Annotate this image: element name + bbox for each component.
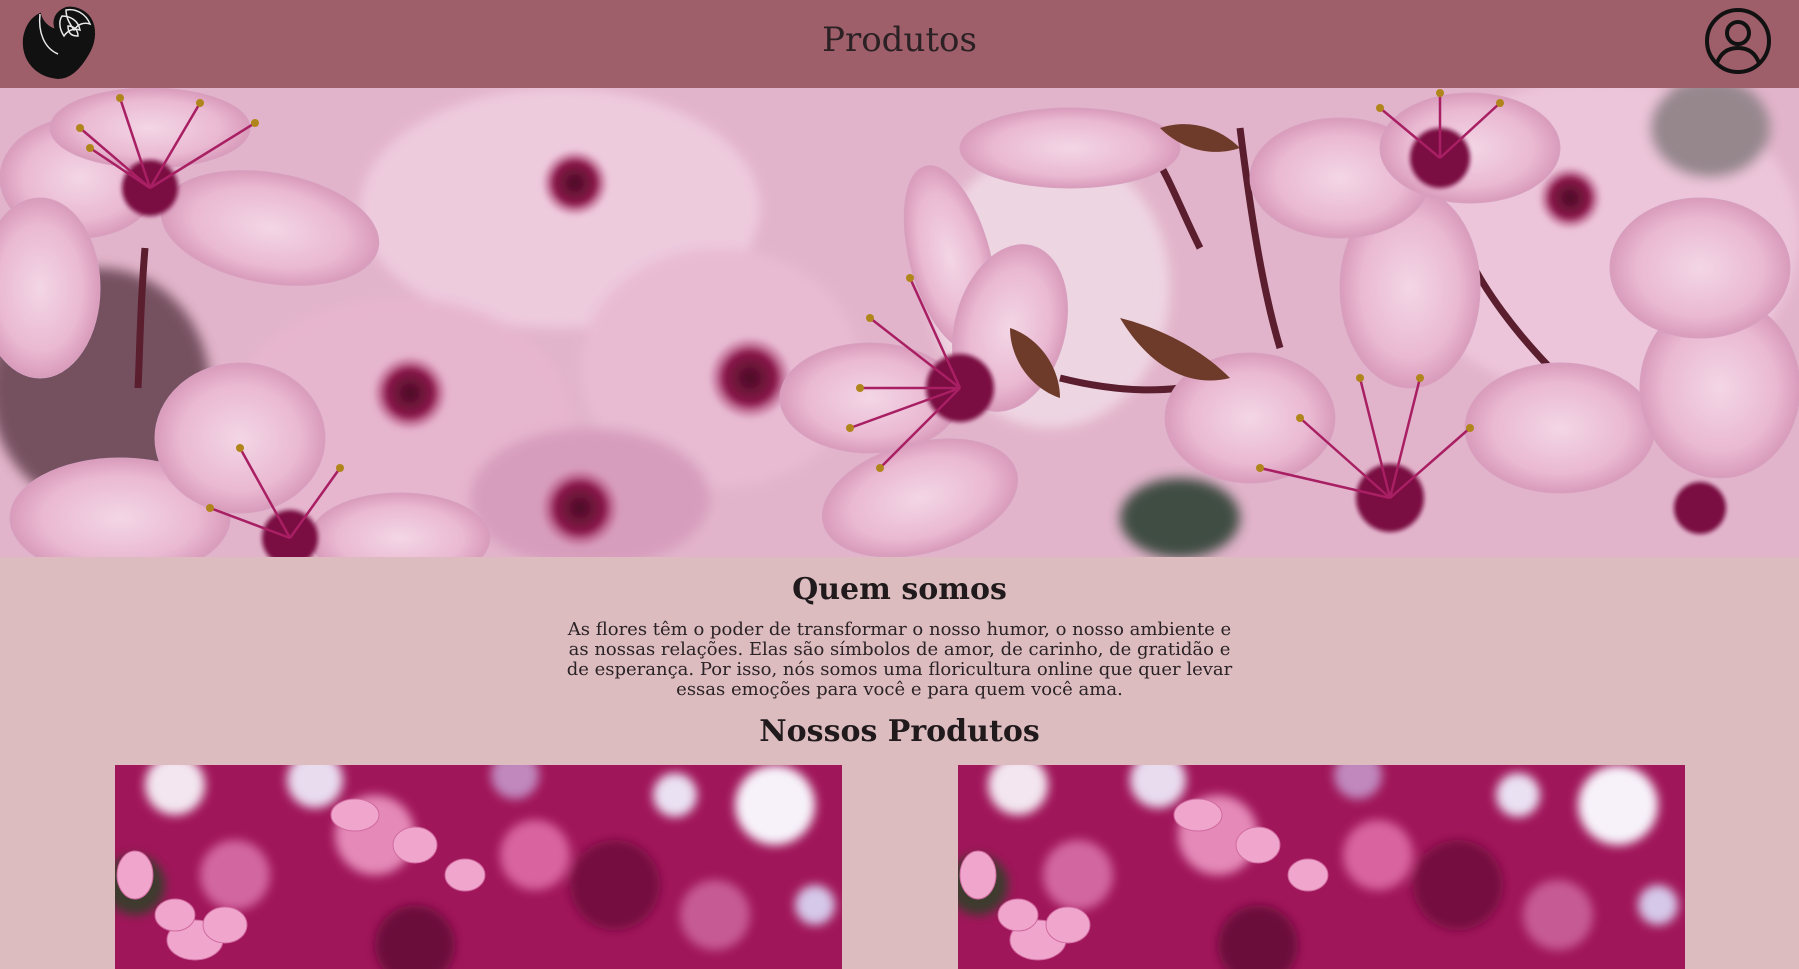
products-title: Nossos Produtos [759,714,1040,749]
product-card[interactable] [958,765,1685,969]
product-image [958,765,1685,969]
product-image [115,765,842,969]
site-header: Produtos [0,0,1799,88]
about-title: Quem somos [792,572,1007,607]
about-text: As flores têm o poder de transformar o n… [566,619,1233,700]
page-title: Produtos [822,20,977,60]
hero-banner [0,88,1799,557]
cherry-blossom-image [0,88,1799,557]
user-account-icon[interactable] [1703,6,1773,76]
product-card[interactable] [115,765,842,969]
